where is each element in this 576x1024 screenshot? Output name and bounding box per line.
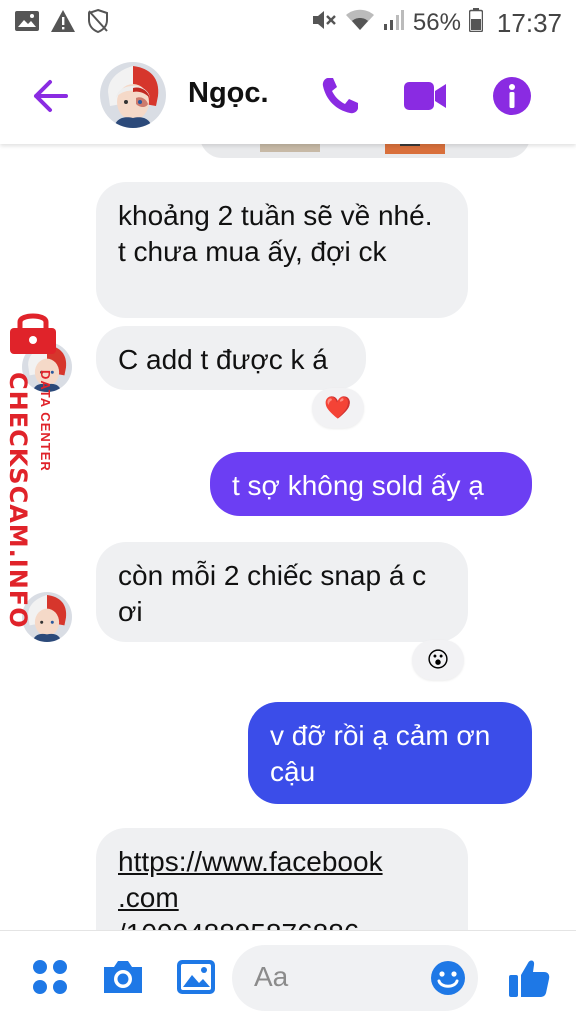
image-message-peek[interactable] [200,144,530,158]
image-icon [14,10,40,37]
message-text: khoảng 2 tuần sẽ về nhé. t chưa mua ấy, … [118,200,433,267]
image-icon [177,960,215,994]
link-text-line3[interactable]: /100048895876886 [118,916,446,930]
contact-avatar[interactable] [100,62,166,128]
incoming-link-message[interactable]: https://www.facebook .com /1000488958768… [96,828,468,930]
heart-reaction[interactable]: ❤️ [312,388,364,428]
message-text: còn mỗi 2 chiếc snap á c ơi [118,560,427,627]
message-input-placeholder: Aa [254,961,289,992]
composer-bar: Aa [0,930,576,1024]
mute-icon [311,8,337,39]
conversation-header: Ngọc. [0,46,576,144]
padlock-icon [10,313,56,354]
status-right: 56% 17:37 [311,7,562,39]
watermark-brand: CHECKSCAM.INFO [4,372,32,629]
status-bar: 56% 17:37 [0,0,576,46]
image-thumbnail [200,144,530,158]
voice-call-button[interactable] [318,74,362,118]
message-list[interactable]: khoảng 2 tuần sẽ về nhé. t chưa mua ấy, … [0,144,576,930]
contact-name[interactable]: Ngọc. [188,77,269,110]
gallery-button[interactable] [174,955,220,1001]
four-dots-icon [33,960,67,994]
more-actions-button[interactable] [28,955,74,1001]
thumbs-up-icon [509,960,550,997]
message-text: C add t được k á [118,344,328,375]
incoming-message[interactable]: C add t được k á [96,326,366,390]
outgoing-message[interactable]: t sợ không sold ấy ạ [210,452,532,516]
wow-reaction[interactable]: 😮 [412,640,464,680]
like-button[interactable] [506,955,554,1001]
battery-percent: 56% [412,9,461,36]
camera-icon [104,961,142,993]
warning-icon [50,9,76,38]
camera-button[interactable] [100,955,146,1001]
video-camera-icon [404,82,446,110]
message-input[interactable]: Aa [232,945,478,1011]
wifi-icon [345,8,375,39]
incoming-message[interactable]: còn mỗi 2 chiếc snap á c ơi [96,542,468,642]
message-text: t sợ không sold ấy ạ [232,470,484,501]
link-text-line2[interactable]: .com [118,880,446,916]
wow-face-icon: 😮 [426,647,450,672]
status-left [14,8,110,39]
back-button[interactable] [28,76,72,116]
emoji-icon[interactable] [428,958,468,998]
info-icon [493,77,531,115]
battery-icon [468,7,484,39]
watermark-sub: DATA CENTER [38,370,53,472]
arrow-left-icon [34,80,68,112]
video-call-button[interactable] [402,74,448,118]
info-button[interactable] [490,74,534,118]
phone-icon [322,78,358,114]
outgoing-message[interactable]: v đỡ rồi ạ cảm ơn cậu [248,702,532,804]
clock: 17:37 [496,7,562,38]
watermark: CHECKSCAM.INFO DATA CENTER [2,310,72,629]
heart-icon: ❤️ [324,395,352,420]
signal-icon [383,8,405,39]
messenger-screen: 56% 17:37 Ngọc. khoảng 2 tuần sẽ về nhé.… [0,0,576,1024]
shield-off-icon [86,8,110,39]
incoming-message[interactable]: khoảng 2 tuần sẽ về nhé. t chưa mua ấy, … [96,182,468,318]
message-text: v đỡ rồi ạ cảm ơn cậu [270,720,491,787]
avatar-image [100,62,166,128]
link-text-line1[interactable]: https://www.facebook [118,844,446,880]
